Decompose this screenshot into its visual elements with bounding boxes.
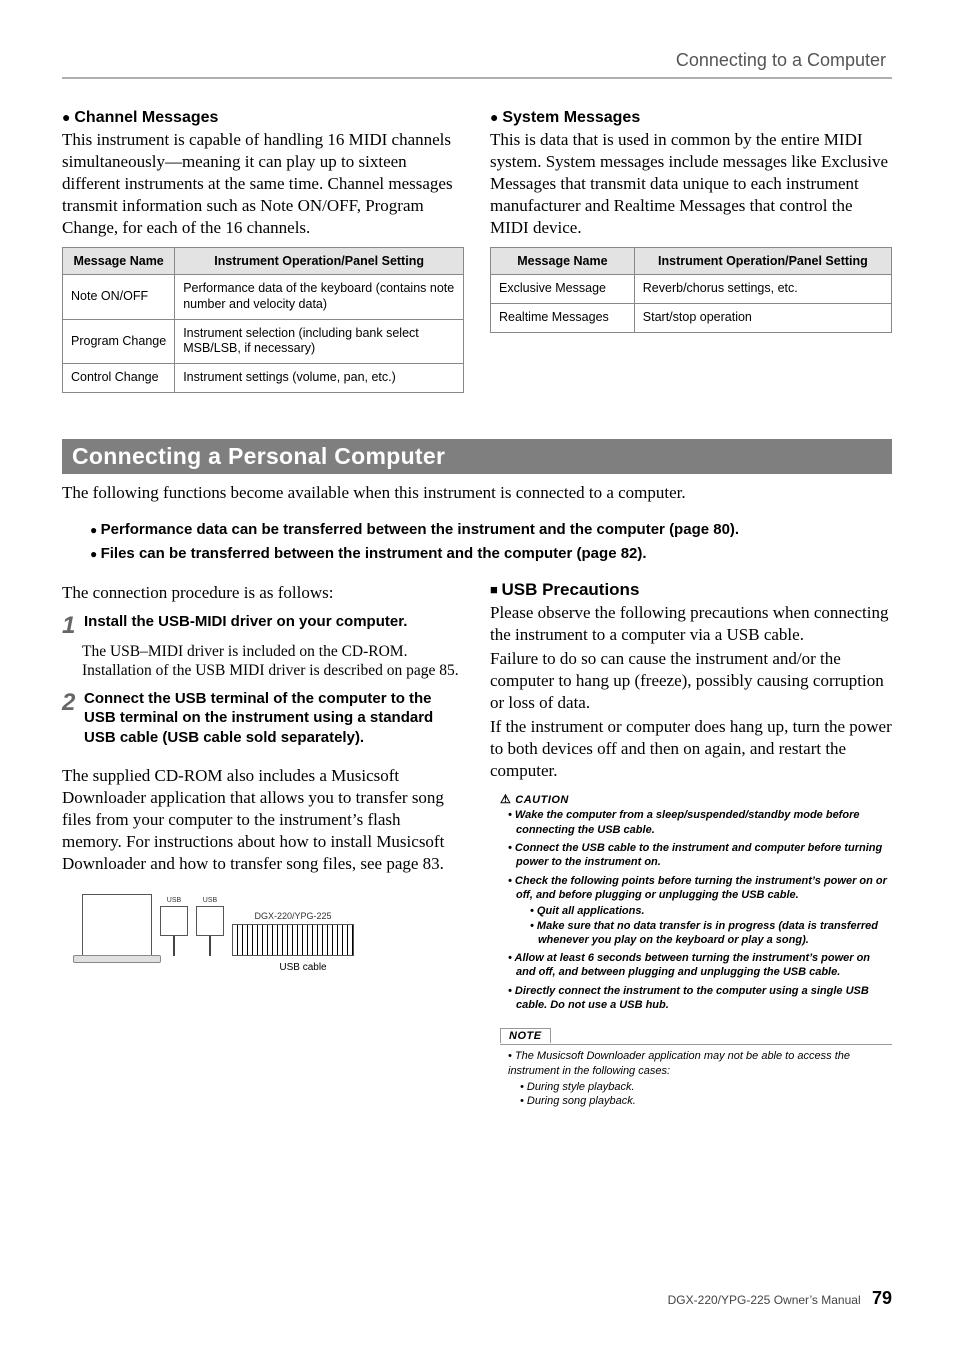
- channel-messages-table: Message Name Instrument Operation/Panel …: [62, 247, 464, 392]
- table-row: Control ChangeInstrument settings (volum…: [63, 363, 464, 392]
- step-number: 2: [62, 689, 80, 717]
- page-number: 79: [872, 1288, 892, 1308]
- usb-precautions-heading: USB Precautions: [490, 580, 892, 600]
- connection-diagram: DGX-220/YPG-225 USB cable: [62, 894, 464, 973]
- keyboard-icon: DGX-220/YPG-225: [232, 924, 354, 956]
- computer-icon: [82, 894, 152, 956]
- table-row: Note ON/OFFPerformance data of the keybo…: [63, 275, 464, 319]
- caution-label: CAUTION: [500, 792, 892, 806]
- usb-port-icon: [160, 906, 188, 936]
- table-header: Message Name: [491, 248, 635, 275]
- step-1: 1 Install the USB-MIDI driver on your co…: [62, 612, 464, 681]
- note-label: NOTE: [500, 1028, 551, 1043]
- section-title: Connecting a Personal Computer: [62, 439, 892, 474]
- caution-subitem: Make sure that no data transfer is in pr…: [530, 919, 892, 948]
- usb-paragraph: If the instrument or computer does hang …: [490, 716, 892, 782]
- note-item: During style playback.: [520, 1080, 892, 1094]
- table-header: Instrument Operation/Panel Setting: [634, 248, 891, 275]
- downloader-paragraph: The supplied CD-ROM also includes a Musi…: [62, 765, 464, 875]
- step-title: Connect the USB terminal of the computer…: [84, 689, 464, 748]
- footer-model: DGX-220/YPG-225 Owner’s Manual: [668, 1293, 861, 1307]
- note-item: During song playback.: [520, 1094, 892, 1108]
- usb-paragraph: Please observe the following precautions…: [490, 602, 892, 646]
- procedure-intro: The connection procedure is as follows:: [62, 582, 464, 604]
- system-messages-heading: System Messages: [490, 109, 892, 127]
- caution-item: Allow at least 6 seconds between turning…: [508, 951, 892, 980]
- note-body: • The Musicsoft Downloader application m…: [508, 1049, 892, 1108]
- caution-item: Wake the computer from a sleep/suspended…: [508, 808, 892, 837]
- step-title: Install the USB-MIDI driver on your comp…: [84, 612, 464, 632]
- table-header: Instrument Operation/Panel Setting: [175, 248, 464, 275]
- usb-cable-label: USB cable: [142, 962, 464, 973]
- table-row: Exclusive MessageReverb/chorus settings,…: [491, 275, 892, 304]
- caution-list: Wake the computer from a sleep/suspended…: [508, 808, 892, 1012]
- system-messages-table: Message Name Instrument Operation/Panel …: [490, 247, 892, 332]
- usb-port-icon: [196, 906, 224, 936]
- bullet-item: Files can be transferred between the ins…: [90, 542, 892, 566]
- step-body: The USB–MIDI driver is included on the C…: [82, 642, 464, 681]
- footer: DGX-220/YPG-225 Owner’s Manual 79: [668, 1288, 892, 1309]
- table-header: Message Name: [63, 248, 175, 275]
- caution-item: Connect the USB cable to the instrument …: [508, 841, 892, 870]
- table-row: Realtime MessagesStart/stop operation: [491, 304, 892, 333]
- bullet-item: Performance data can be transferred betw…: [90, 518, 892, 542]
- step-number: 1: [62, 612, 80, 640]
- caution-subitem: Quit all applications.: [530, 904, 892, 918]
- system-messages-body: This is data that is used in common by t…: [490, 129, 892, 239]
- caution-item: Directly connect the instrument to the c…: [508, 984, 892, 1013]
- caution-item: Check the following points before turnin…: [508, 874, 892, 947]
- breadcrumb: Connecting to a Computer: [62, 50, 892, 77]
- note-intro: •: [508, 1050, 515, 1062]
- usb-paragraph: Failure to do so can cause the instrumen…: [490, 648, 892, 714]
- header-rule: [62, 77, 892, 79]
- keyboard-label: DGX-220/YPG-225: [233, 911, 353, 921]
- table-row: Program ChangeInstrument selection (incl…: [63, 319, 464, 363]
- section-bullets: Performance data can be transferred betw…: [90, 518, 892, 566]
- channel-messages-body: This instrument is capable of handling 1…: [62, 129, 464, 239]
- section-intro: The following functions become available…: [62, 482, 892, 504]
- step-2: 2 Connect the USB terminal of the comput…: [62, 689, 464, 748]
- channel-messages-heading: Channel Messages: [62, 109, 464, 127]
